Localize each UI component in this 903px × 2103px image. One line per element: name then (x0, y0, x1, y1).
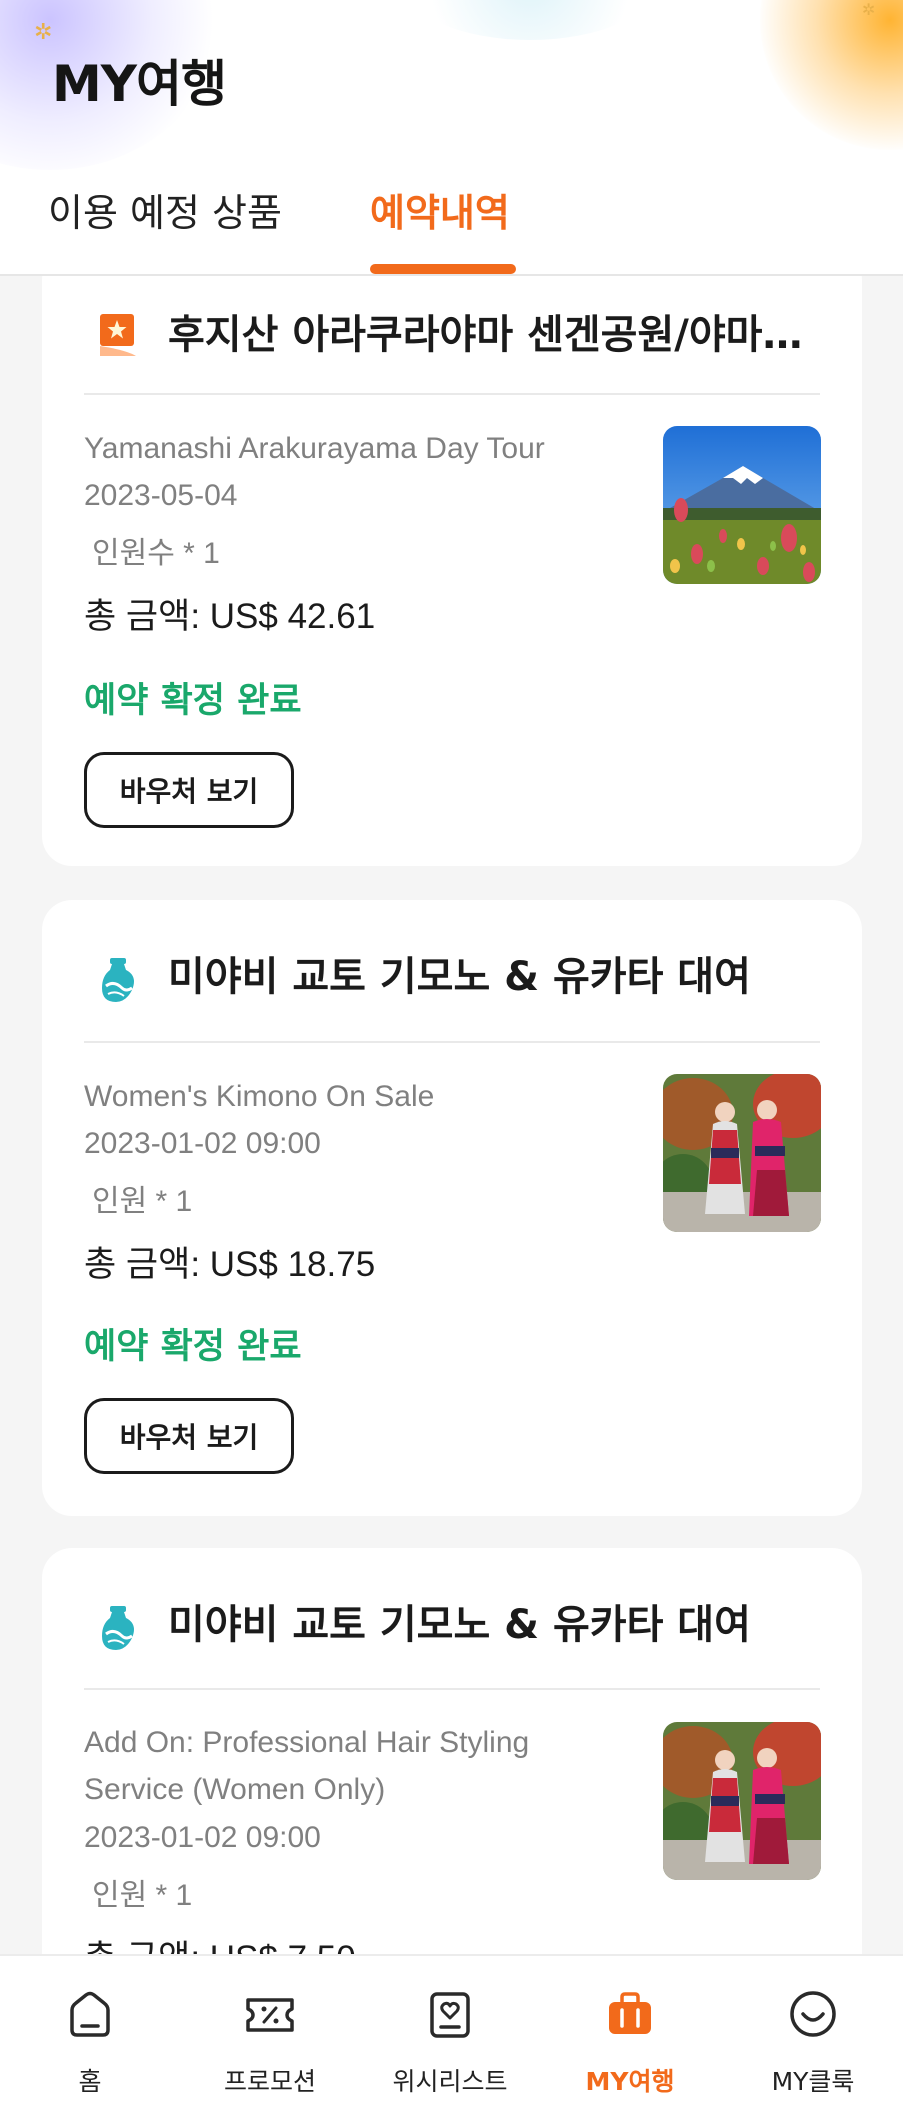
status-badge: 예약 확정 완료 (84, 681, 302, 721)
kimono-vase-icon (102, 958, 134, 1002)
flag-icon (100, 314, 136, 356)
booking-date: 2023-01-02 09:00 (84, 1127, 321, 1160)
total-amount: 총 금액: US$ 42.61 (84, 597, 376, 636)
suitcase-icon (609, 1992, 651, 2034)
package-name: Yamanashi Arakurayama Day Tour (84, 432, 545, 465)
nav-label: MY여행 (585, 2067, 675, 2096)
nav-home[interactable]: 홈 (0, 1956, 180, 2103)
nav-label: 프로모션 (223, 2067, 316, 2096)
view-voucher-button[interactable]: 바우처 보기 (84, 752, 294, 828)
bottom-navigation: 홈 프로모션 위시리스트 MY여행 MY클룩 (0, 1954, 903, 2103)
home-icon (70, 1991, 110, 2037)
nav-label: 홈 (78, 2067, 102, 2096)
kimono-women-photo[interactable] (663, 1074, 821, 1232)
package-name: Add On: Professional Hair Styling (84, 1726, 530, 1759)
divider (84, 1041, 820, 1043)
package-name-continued: Service (Women Only) (84, 1773, 386, 1806)
header-gradient-top (400, 0, 660, 40)
kimono-vase-icon (102, 1606, 134, 1650)
sparkle-icon: ✲ (862, 0, 876, 19)
booking-card[interactable]: 미야비 교토 기모노 & 유카타 대여 Women's Kimono On Sa… (42, 900, 862, 1516)
product-title[interactable]: 미야비 교토 기모노 & 유카타 대여 (168, 1592, 828, 1650)
booking-card[interactable]: 미야비 교토 기모노 & 유카타 대여 Add On: Professional… (42, 1548, 862, 2018)
page-header: ✲ ✲ MY여행 이용 예정 상품 예약내역 (0, 0, 903, 276)
nav-my-klook[interactable]: MY클룩 (723, 1956, 903, 2103)
quantity: 인원 * 1 (92, 1185, 193, 1218)
nav-promotions[interactable]: 프로모션 (180, 1956, 360, 2103)
quantity: 인원 * 1 (92, 1879, 193, 1912)
sparkle-icon: ✲ (34, 20, 53, 45)
product-title[interactable]: 후지산 아라쿠라야마 센겐공원/야마나시 당일 투어 (168, 302, 828, 360)
nav-label: MY클룩 (771, 2067, 855, 2096)
wishlist-icon (430, 1992, 470, 2038)
status-badge: 예약 확정 완료 (84, 1327, 302, 1367)
tab-booking-history[interactable]: 예약내역 (370, 182, 510, 237)
mount-fuji-tulips-photo[interactable] (663, 426, 821, 584)
smiley-icon (790, 1991, 836, 2037)
divider (84, 1688, 820, 1690)
product-title[interactable]: 미야비 교토 기모노 & 유카타 대여 (168, 944, 828, 1002)
booking-date: 2023-05-04 (84, 479, 238, 512)
nav-label: 위시리스트 (392, 2067, 508, 2096)
kimono-women-photo[interactable] (663, 1722, 821, 1880)
booking-date: 2023-01-02 09:00 (84, 1821, 321, 1854)
booking-card[interactable]: 후지산 아라쿠라야마 센겐공원/야마나시 당일 투어 Yamanashi Ara… (42, 250, 862, 866)
header-gradient-right (760, 0, 903, 150)
quantity: 인원수 * 1 (92, 537, 220, 570)
active-tab-indicator (370, 264, 516, 274)
total-amount: 총 금액: US$ 18.75 (84, 1245, 376, 1284)
package-name: Women's Kimono On Sale (84, 1080, 435, 1113)
page-title: MY여행 (52, 55, 227, 113)
divider (84, 393, 820, 395)
view-voucher-button[interactable]: 바우처 보기 (84, 1398, 294, 1474)
nav-wishlist[interactable]: 위시리스트 (360, 1956, 540, 2103)
coupon-icon (246, 1998, 294, 2032)
nav-my-trips[interactable]: MY여행 (540, 1956, 720, 2103)
tab-upcoming[interactable]: 이용 예정 상품 (48, 182, 282, 237)
